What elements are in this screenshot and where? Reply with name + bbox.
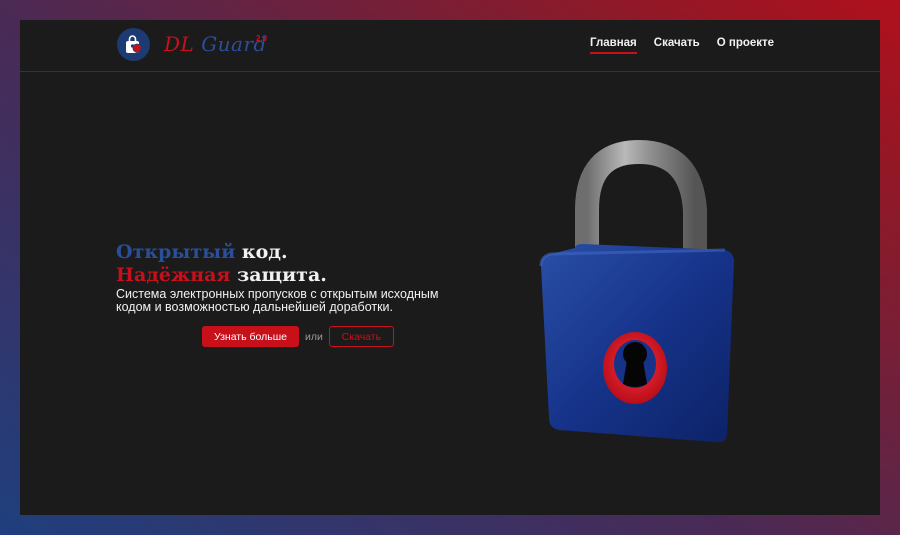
- hero-highlight-open: Открытый: [116, 241, 236, 263]
- shield-bag-icon: [125, 34, 141, 53]
- hero-title-line1: Открытый код.: [116, 241, 327, 264]
- download-button[interactable]: Скачать: [328, 326, 394, 347]
- nav-item-about[interactable]: О проекте: [717, 37, 774, 54]
- hero-title: Открытый код. Надёжная защита.: [116, 241, 327, 287]
- logo-dl: DL: [164, 32, 195, 56]
- or-separator: или: [305, 330, 323, 343]
- app-window: DL Guard 2.0 Главная Скачать О проекте О…: [20, 20, 880, 515]
- hero-subtitle: Система электронных пропусков с открытым…: [116, 287, 439, 314]
- nav-item-download[interactable]: Скачать: [654, 37, 700, 54]
- cta-row: Узнать больше или Скачать: [202, 326, 394, 347]
- hero-title-protection: защита.: [230, 264, 327, 286]
- learn-more-button[interactable]: Узнать больше: [202, 326, 299, 347]
- logo-badge[interactable]: [117, 28, 150, 61]
- hero-highlight-reliable: Надёжная: [116, 264, 231, 286]
- hero-title-line2: Надёжная защита.: [116, 264, 327, 287]
- logo-wordmark[interactable]: DL Guard: [164, 32, 267, 56]
- logo-version: 2.0: [256, 34, 268, 43]
- site-header: DL Guard 2.0 Главная Скачать О проекте: [20, 20, 880, 72]
- hero-title-code: код.: [235, 241, 288, 263]
- nav-item-home[interactable]: Главная: [590, 37, 637, 54]
- main-nav: Главная Скачать О проекте: [590, 37, 774, 54]
- padlock-illustration: [539, 140, 734, 443]
